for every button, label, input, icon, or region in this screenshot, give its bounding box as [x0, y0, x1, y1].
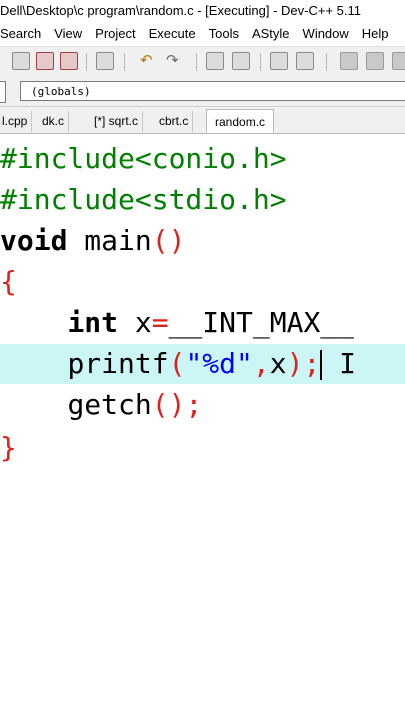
save-all-icon[interactable] [36, 52, 54, 70]
menu-view[interactable]: View [54, 22, 82, 46]
toolbar-separator [86, 53, 87, 71]
menu-project[interactable]: Project [95, 22, 135, 46]
window-title: Dell\Desktop\c program\random.c - [Execu… [0, 0, 405, 22]
close-icon[interactable] [60, 52, 78, 70]
close-brace: } [0, 431, 17, 464]
redo-icon[interactable]: ↷ [166, 51, 179, 69]
menu-execute[interactable]: Execute [149, 22, 196, 46]
symbol: () [151, 224, 186, 257]
undo-icon[interactable]: ↶ [140, 51, 153, 69]
code-line: void main() [0, 221, 405, 261]
tab-sqrt-c[interactable]: [*] sqrt.c [90, 111, 144, 132]
toggle-comment-icon[interactable] [270, 52, 288, 70]
menu-help[interactable]: Help [362, 22, 389, 46]
run-icon[interactable] [366, 52, 384, 70]
symbol: ); [286, 347, 321, 380]
preprocessor-directive: #include<conio.h> [0, 142, 287, 175]
open-brace: { [0, 265, 17, 298]
identifier: printf [67, 347, 169, 380]
toolbar-separator [124, 53, 125, 71]
class-combo[interactable] [0, 81, 6, 103]
current-line: printf("%d",x); I [0, 344, 405, 384]
keyword: void [0, 224, 68, 257]
identifier: __INT_MAX__ [168, 306, 355, 339]
toolbar-separator [196, 53, 197, 71]
tab-cbrt-c[interactable]: cbrt.c [155, 111, 194, 132]
code-line: int x=__INT_MAX__ [0, 303, 405, 343]
find-icon[interactable] [206, 52, 224, 70]
menu-astyle[interactable]: AStyle [252, 22, 290, 46]
replace-icon[interactable] [232, 52, 250, 70]
symbol: = [151, 306, 169, 339]
identifier: I [322, 347, 357, 380]
menu-search[interactable]: Search [0, 22, 41, 46]
indent-icon[interactable] [296, 52, 314, 70]
scope-bar: (globals) [0, 77, 405, 107]
menu-bar: Search View Project Execute Tools AStyle Windo… [0, 22, 405, 46]
editor-tabs: l.cpp dk.c [*] sqrt.c cbrt.c random.c [0, 107, 405, 134]
menu-tools[interactable]: Tools [209, 22, 239, 46]
symbol: , [252, 347, 270, 380]
compile-icon[interactable] [340, 52, 358, 70]
tab-dk-c[interactable]: dk.c [38, 111, 70, 132]
identifier: getch [67, 388, 152, 421]
code-line: #include<conio.h> [0, 139, 405, 179]
open-project-icon[interactable] [12, 52, 30, 70]
toolbar-separator [326, 53, 327, 71]
code-line: #include<stdio.h> [0, 180, 405, 220]
tab-l-cpp[interactable]: l.cpp [0, 111, 33, 132]
code-line: { [0, 262, 405, 302]
string-literal: "%d" [185, 347, 253, 380]
scope-combo[interactable]: (globals) [20, 81, 405, 101]
preprocessor-directive: #include<stdio.h> [0, 183, 287, 216]
toolbar: ↶ ↷ [0, 46, 405, 78]
symbol: ( [168, 347, 186, 380]
rebuild-icon[interactable] [392, 52, 405, 70]
print-icon[interactable] [96, 52, 114, 70]
menu-window[interactable]: Window [303, 22, 349, 46]
identifier: x [269, 347, 287, 380]
code-line: getch(); [0, 385, 405, 425]
toolbar-separator [260, 53, 261, 71]
keyword: int [67, 306, 119, 339]
tab-random-c[interactable]: random.c [206, 109, 275, 133]
identifier: x [134, 306, 152, 339]
code-editor[interactable]: #include<conio.h> #include<stdio.h> void… [0, 134, 405, 720]
identifier: main [67, 224, 152, 257]
code-line: } [0, 428, 405, 468]
symbol: (); [151, 388, 203, 421]
